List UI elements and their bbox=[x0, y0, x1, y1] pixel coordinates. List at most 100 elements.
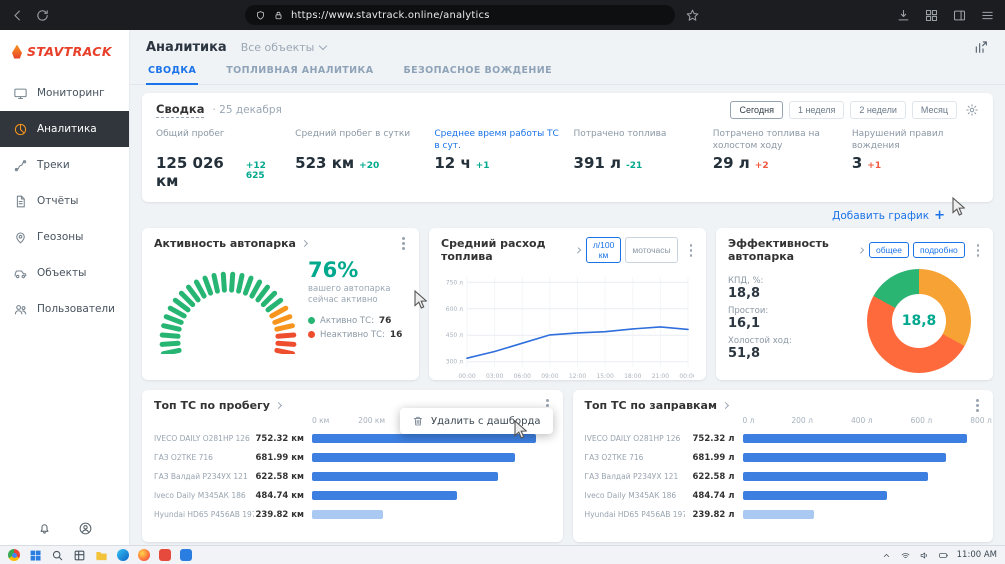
app-store-icon[interactable] bbox=[180, 549, 192, 561]
bar-track bbox=[743, 510, 982, 519]
bar[interactable] bbox=[743, 434, 967, 443]
fuel-toggle-0[interactable]: л/100 км bbox=[586, 237, 622, 263]
bar[interactable] bbox=[312, 434, 536, 443]
efficiency-toggle-0[interactable]: общее bbox=[869, 242, 909, 258]
range-button-1[interactable]: 1 неделя bbox=[789, 101, 844, 119]
objects-scope-dropdown[interactable]: Все объекты bbox=[241, 41, 327, 54]
media-player-icon[interactable] bbox=[159, 549, 171, 561]
url-text[interactable]: https://www.stavtrack.online/analytics bbox=[291, 10, 490, 21]
chrome-browser-icon[interactable] bbox=[8, 549, 20, 561]
activity-chart-card: Активность автопарка 76% вашего автопарк… bbox=[142, 228, 419, 380]
chevron-right-icon[interactable] bbox=[722, 402, 729, 409]
chevron-right-icon[interactable] bbox=[275, 402, 282, 409]
browser-menu-icon[interactable] bbox=[980, 8, 995, 23]
bar[interactable] bbox=[312, 510, 383, 519]
metric-0: Общий пробег125 026 км+12 625 bbox=[156, 129, 283, 190]
chevron-right-icon[interactable] bbox=[301, 240, 308, 247]
range-button-2[interactable]: 2 недели bbox=[850, 101, 906, 119]
tab-2[interactable]: БЕЗОПАСНОЕ ВОЖДЕНИЕ bbox=[401, 59, 554, 84]
bar[interactable] bbox=[743, 510, 814, 519]
downloads-icon[interactable] bbox=[896, 8, 911, 23]
chevron-right-icon[interactable] bbox=[858, 247, 864, 253]
activity-gauge bbox=[154, 258, 302, 354]
task-view-icon[interactable] bbox=[73, 549, 86, 562]
notifications-bell-icon[interactable] bbox=[37, 521, 52, 536]
sidebar-item-tracks[interactable]: Треки bbox=[0, 147, 129, 183]
summary-title[interactable]: Сводка bbox=[156, 102, 204, 118]
shield-icon[interactable] bbox=[255, 10, 266, 21]
logo-flame-icon bbox=[12, 45, 22, 59]
bar-row-3: Iveco Daily М345АК 186484.74 км bbox=[154, 486, 551, 505]
battery-icon[interactable] bbox=[938, 550, 949, 561]
donut-center: 18,8 bbox=[892, 294, 946, 348]
vehicle-name: IVECO DAILY О281НР 126 bbox=[154, 434, 254, 443]
bookmark-star-icon[interactable] bbox=[685, 8, 700, 23]
reload-icon[interactable] bbox=[35, 8, 50, 23]
efficiency-toggle-1[interactable]: подробно bbox=[913, 242, 965, 258]
kebab-menu-icon[interactable] bbox=[976, 404, 979, 407]
donut-center-value: 18,8 bbox=[902, 313, 937, 329]
tray-overflow-icon[interactable] bbox=[881, 550, 892, 561]
top-fuel-card: Топ ТС по заправкам 0 л200 л400 л600 л80… bbox=[573, 390, 994, 542]
main-area: Аналитика Все объекты СВОДКА ТОПЛИВНАЯ АН… bbox=[130, 30, 1005, 545]
fuel-toggle-1[interactable]: моточасы bbox=[625, 237, 677, 263]
bar[interactable] bbox=[743, 472, 929, 481]
bar[interactable] bbox=[743, 491, 888, 500]
metric-delta: -21 bbox=[626, 161, 642, 171]
sidebar-item-geozones[interactable]: Геозоны bbox=[0, 219, 129, 255]
metric-value-row: 391 л-21 bbox=[574, 154, 701, 172]
tab-0[interactable]: СВОДКА bbox=[146, 59, 198, 85]
app-logo[interactable]: STAVTRACK bbox=[0, 30, 129, 69]
clock[interactable]: 11:00 AM bbox=[957, 550, 997, 560]
scope-label: Все объекты bbox=[241, 41, 315, 54]
bar-value: 622.58 км bbox=[254, 472, 312, 482]
add-chart-button[interactable]: Добавить график + bbox=[142, 204, 993, 228]
kebab-menu-icon[interactable] bbox=[402, 242, 405, 245]
axis-tick: 400 л bbox=[851, 416, 873, 425]
taskbar-apps bbox=[8, 549, 192, 562]
sidebar-item-users[interactable]: Пользователи bbox=[0, 291, 129, 327]
stat-value: 16,1 bbox=[728, 316, 820, 331]
tab-1[interactable]: ТОПЛИВНАЯ АНАЛИТИКА bbox=[224, 59, 375, 84]
kebab-menu-icon[interactable] bbox=[977, 249, 979, 252]
efficiency-donut: 18,8 bbox=[867, 269, 971, 373]
bar[interactable] bbox=[312, 491, 457, 500]
chevron-right-icon[interactable] bbox=[574, 247, 581, 254]
app-window: STAVTRACK МониторингАналитикаТрекиОтчёты… bbox=[0, 30, 1005, 545]
sidebar-item-monitoring[interactable]: Мониторинг bbox=[0, 75, 129, 111]
search-icon[interactable] bbox=[51, 549, 64, 562]
sidebar-toggle-icon[interactable] bbox=[952, 8, 967, 23]
edge-browser-icon[interactable] bbox=[117, 549, 129, 561]
bar[interactable] bbox=[743, 453, 946, 462]
svg-text:300 л: 300 л bbox=[446, 359, 463, 366]
file-explorer-icon[interactable] bbox=[95, 549, 108, 562]
extensions-icon[interactable] bbox=[924, 8, 939, 23]
back-icon[interactable] bbox=[10, 8, 25, 23]
firefox-browser-icon[interactable] bbox=[138, 549, 150, 561]
gear-icon[interactable] bbox=[965, 103, 979, 117]
sidebar-footer bbox=[0, 521, 129, 536]
kebab-menu-icon[interactable] bbox=[690, 249, 692, 252]
range-button-3[interactable]: Месяц bbox=[912, 101, 957, 119]
metric-label: Общий пробег bbox=[156, 129, 283, 152]
profile-icon[interactable] bbox=[78, 521, 93, 536]
map-pin-icon bbox=[13, 230, 28, 245]
sidebar: STAVTRACK МониторингАналитикаТрекиОтчёты… bbox=[0, 30, 130, 545]
bar[interactable] bbox=[312, 453, 515, 462]
sidebar-item-reports[interactable]: Отчёты bbox=[0, 183, 129, 219]
page-title: Аналитика bbox=[146, 40, 227, 55]
sidebar-item-objects[interactable]: Объекты bbox=[0, 255, 129, 291]
vehicle-name: Iveco Daily М345АК 186 bbox=[585, 491, 685, 500]
start-button[interactable] bbox=[29, 549, 42, 562]
sidebar-item-analytics[interactable]: Аналитика bbox=[0, 111, 129, 147]
range-button-0[interactable]: Сегодня bbox=[730, 101, 783, 119]
volume-icon[interactable] bbox=[919, 550, 930, 561]
kebab-menu-icon[interactable] bbox=[546, 404, 549, 407]
bar[interactable] bbox=[312, 472, 498, 481]
network-icon[interactable] bbox=[900, 550, 911, 561]
report-export-icon[interactable] bbox=[973, 39, 989, 55]
plus-icon: + bbox=[934, 209, 945, 222]
address-bar[interactable]: https://www.stavtrack.online/analytics bbox=[245, 5, 675, 25]
context-menu-delete[interactable]: Удалить с дашборда bbox=[400, 408, 552, 434]
bar-track bbox=[743, 434, 982, 443]
